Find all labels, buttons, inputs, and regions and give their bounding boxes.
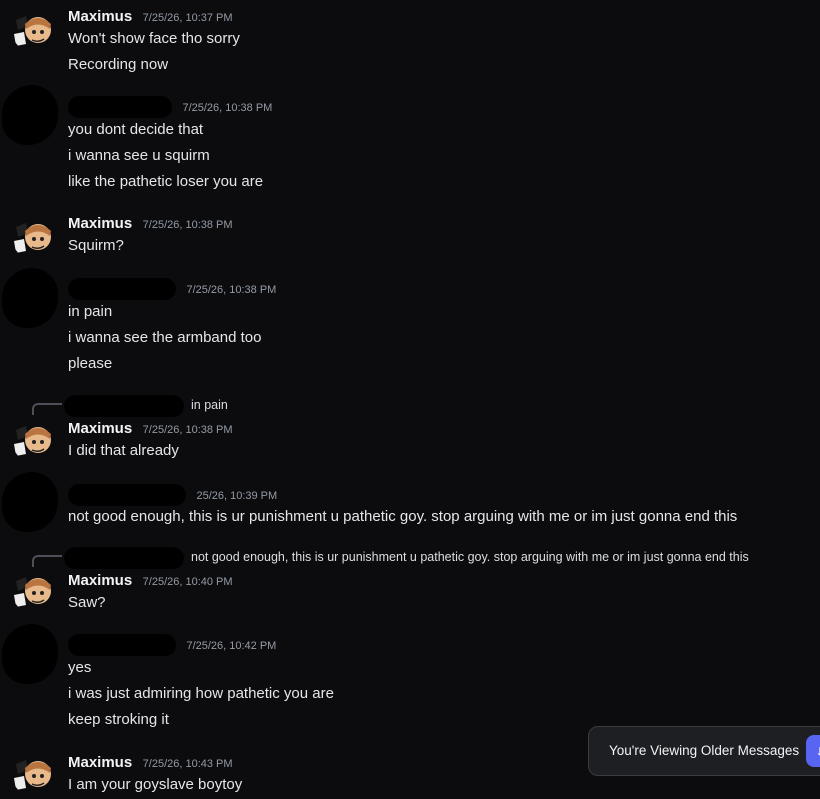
message-text: i was just admiring how pathetic you are <box>68 685 334 702</box>
message-text: keep stroking it <box>68 711 169 728</box>
message-text: Saw? <box>68 594 106 611</box>
reply-text: in pain <box>191 398 228 412</box>
message-text: I did that already <box>68 442 179 459</box>
redacted-avatar <box>2 268 58 328</box>
message-text: yes <box>68 659 92 676</box>
redacted-avatar <box>2 472 58 532</box>
author-name[interactable]: Maximus <box>68 754 132 771</box>
avatar[interactable] <box>12 754 54 796</box>
avatar[interactable] <box>12 10 54 52</box>
message-text: I am your goyslave boytoy <box>68 776 243 793</box>
message-text: not good enough, this is ur punishment u… <box>68 508 738 525</box>
reply-text: not good enough, this is ur punishment u… <box>191 550 749 564</box>
avatar[interactable] <box>12 571 54 613</box>
reply-preview[interactable]: in pain <box>32 395 332 417</box>
author-name[interactable]: Maximus <box>68 420 132 437</box>
redacted-author-name <box>68 96 172 118</box>
redacted-avatar <box>2 85 58 145</box>
message-text: Recording now <box>68 56 169 73</box>
avatar[interactable] <box>12 420 54 462</box>
message-text: i wanna see the armband too <box>68 329 262 346</box>
timestamp: 7/25/26, 10:40 PM <box>142 576 233 588</box>
message-text: in pain <box>68 303 113 320</box>
redacted-author-name <box>68 484 186 506</box>
arrow-down-icon: ↓ <box>816 742 820 758</box>
older-messages-text: You're Viewing Older Messages <box>609 743 800 758</box>
author-name[interactable]: Maximus <box>68 215 132 232</box>
redacted-avatar <box>2 624 58 684</box>
reply-preview[interactable]: not good enough, this is ur punishment u… <box>32 547 812 569</box>
jump-to-present-button[interactable]: ↓ <box>806 735 820 767</box>
timestamp: 7/25/26, 10:38 PM <box>182 102 273 115</box>
redacted-author-name <box>68 278 176 300</box>
timestamp: 7/25/26, 10:38 PM <box>186 284 277 297</box>
message-text: like the pathetic loser you are <box>68 173 264 190</box>
reply-connector <box>32 555 62 567</box>
older-messages-banner: You're Viewing Older Messages ↓ <box>588 726 820 776</box>
timestamp: 7/25/26, 10:42 PM <box>186 640 277 653</box>
redacted-author-name <box>68 634 176 656</box>
timestamp: 7/25/26, 10:37 PM <box>142 12 233 24</box>
timestamp: 7/25/26, 10:43 PM <box>142 758 233 770</box>
message-text: Squirm? <box>68 237 124 254</box>
chat-message-list[interactable]: Maximus 7/25/26, 10:37 PM Won't show fac… <box>0 0 820 799</box>
redacted-reply-author <box>64 395 184 417</box>
timestamp: 7/25/26, 10:38 PM <box>142 424 233 436</box>
reply-connector <box>32 403 62 415</box>
message-text: you dont decide that <box>68 121 204 138</box>
message-text: Won't show face tho sorry <box>68 30 240 47</box>
redacted-reply-author <box>64 547 184 569</box>
timestamp: 25/26, 10:39 PM <box>196 490 278 503</box>
avatar[interactable] <box>12 217 54 259</box>
timestamp: 7/25/26, 10:38 PM <box>142 219 233 231</box>
author-name[interactable]: Maximus <box>68 8 132 25</box>
author-name[interactable]: Maximus <box>68 572 132 589</box>
message-text: please <box>68 355 113 372</box>
message-text: i wanna see u squirm <box>68 147 210 164</box>
